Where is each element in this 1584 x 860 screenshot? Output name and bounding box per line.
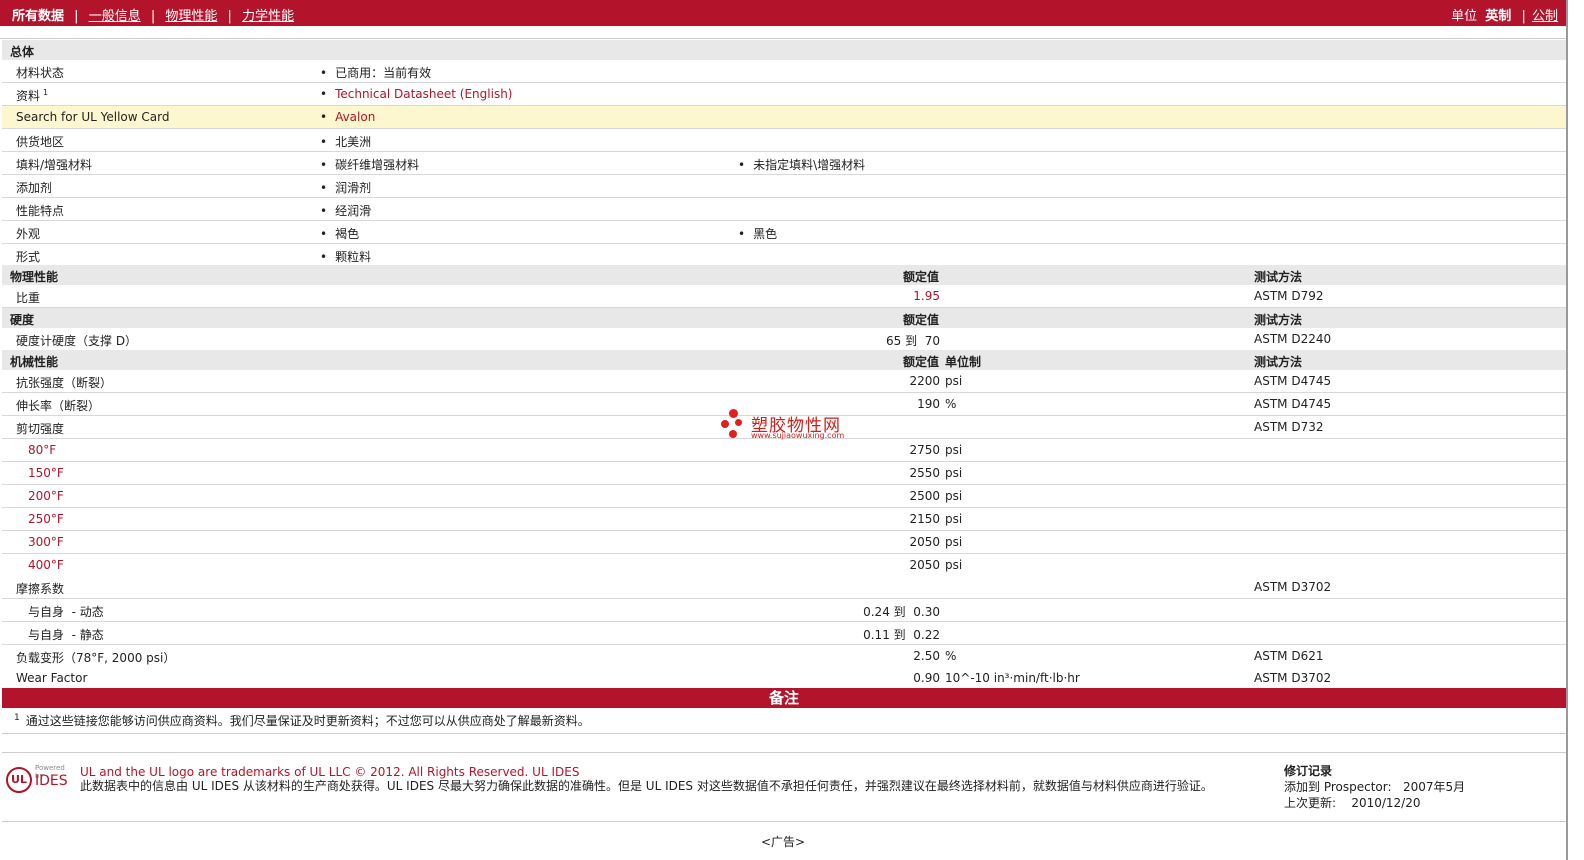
unit-switcher: 单位 英制 | 公制	[1451, 9, 1558, 24]
table-row: 摩擦系数 ASTM D3702	[2, 576, 1566, 599]
table-row: 材料状态 已商用：当前有效	[2, 60, 1566, 83]
ul-logo-icon: UL	[6, 767, 32, 793]
tab-all-data[interactable]: 所有数据	[12, 9, 64, 24]
tab-physical[interactable]: 物理性能	[165, 9, 217, 24]
watermark-dot-icon	[721, 420, 729, 428]
view-tabs: 所有数据 | 一般信息 | 物理性能 | 力学性能	[12, 9, 295, 24]
legal-text: UL and the UL logo are trademarks of UL …	[80, 765, 1213, 793]
section-hardness: 硬度 额定值 测试方法	[2, 308, 1566, 329]
table-row: 与自身 - 静态 0.11 到 0.22	[2, 622, 1566, 645]
table-row: 供货地区 北美洲	[2, 129, 1566, 152]
watermark-dot-icon	[729, 409, 738, 418]
table-row: 比重 1.95 ASTM D792	[2, 285, 1566, 308]
unit-metric[interactable]: 公制	[1532, 9, 1558, 24]
unit-label: 单位	[1451, 9, 1478, 24]
notes-header: 备注	[2, 688, 1566, 708]
table-row: Wear Factor 0.90 10^-10 in³·min/ft·lb·hr…	[2, 667, 1566, 690]
table-row: 性能特点 经润滑	[2, 198, 1566, 221]
section-general: 总体	[2, 40, 1566, 61]
page-edge	[1566, 0, 1568, 860]
ul-ides-logo: UL Powered by IDES	[6, 764, 70, 794]
table-row: 400°F 2050 psi	[2, 554, 1566, 577]
table-row: 外观 褐色 黑色	[2, 221, 1566, 244]
table-row: 资料1 Technical Datasheet (English)	[2, 83, 1566, 106]
yellow-card-link[interactable]: Avalon	[320, 110, 375, 124]
section-mechanical: 机械性能 额定值 单位制 测试方法	[2, 350, 1566, 371]
table-row: 与自身 - 动态 0.24 到 0.30	[2, 599, 1566, 622]
tab-mechanical[interactable]: 力学性能	[242, 9, 294, 24]
top-nav-bar: 所有数据 | 一般信息 | 物理性能 | 力学性能 单位 英制 | 公制	[0, 0, 1566, 26]
table-row: 添加剂 润滑剂	[2, 175, 1566, 198]
table-row: 300°F 2050 psi	[2, 531, 1566, 554]
table-row: 形式 颗粒料	[2, 244, 1566, 267]
watermark-dot-icon	[735, 419, 742, 426]
table-row: 抗张强度（断裂） 2200 psi ASTM D4745	[2, 370, 1566, 393]
table-row: Search for UL Yellow Card Avalon	[2, 106, 1566, 129]
section-title: 总体	[10, 45, 35, 59]
section-physical: 物理性能 额定值 测试方法	[2, 265, 1566, 286]
ad-placeholder[interactable]: <广告>	[0, 833, 1566, 850]
footnote: 1 通过这些链接您能够访问供应商资料。我们尽量保证及时更新资料；不过您可以从供应商…	[14, 713, 590, 728]
table-row: 负载变形（78°F, 2000 psi） 2.50 % ASTM D621	[2, 645, 1566, 668]
table-row: 硬度计硬度（支撑 D） 65 到 70 ASTM D2240	[2, 328, 1566, 351]
table-row: 200°F 2500 psi	[2, 485, 1566, 508]
revision-history: 修订记录 添加到 Prospector: 2007年5月 上次更新: 2010/…	[1284, 764, 1466, 810]
watermark-dot-icon	[729, 430, 737, 438]
table-row: 250°F 2150 psi	[2, 508, 1566, 531]
table-row: 填料/增强材料 碳纤维增强材料 未指定填料\增强材料	[2, 152, 1566, 175]
table-row: 150°F 2550 psi	[2, 462, 1566, 485]
datasheet-link[interactable]: Technical Datasheet (English)	[320, 87, 512, 101]
watermark: 塑胶物性网 www.sujiaowuxing.com	[721, 407, 861, 443]
tab-general-info[interactable]: 一般信息	[89, 9, 141, 24]
unit-imperial[interactable]: 英制	[1485, 9, 1511, 24]
